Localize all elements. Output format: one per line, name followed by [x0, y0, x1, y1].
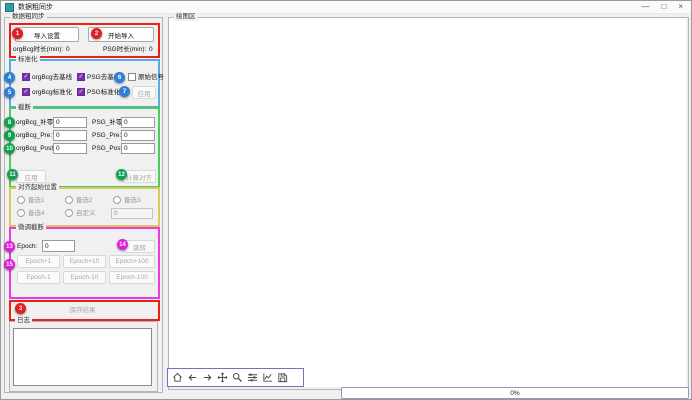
normalize-section: 标准化 4 5 ✓ orgBcg去基线 ✓ PSG去基线 6 原始信号 ✓ or…: [9, 59, 160, 108]
align-option4-radio[interactable]: [17, 209, 25, 217]
import-section: 1 导入设置 2 开始导入 orgBcg时长(min): 0 PSG时长(min…: [9, 23, 160, 58]
step-badge-8: 8: [4, 117, 15, 128]
log-textarea[interactable]: [13, 328, 152, 386]
import-settings-button[interactable]: 导入设置: [15, 27, 79, 42]
align-option2-label: 备选2: [76, 196, 93, 205]
step-badge-10: 10: [4, 143, 15, 154]
normalize-title: 标准化: [16, 56, 40, 64]
step-badge-2: 2: [91, 28, 102, 39]
log-title: 日志: [15, 317, 32, 325]
orgbcg-detrend-label: orgBcg去基线: [32, 73, 72, 82]
window-title: 数据粗同步: [18, 2, 53, 12]
app-icon: [5, 3, 14, 12]
step-badge-6: 6: [114, 72, 125, 83]
step-badge-5: 5: [4, 87, 15, 98]
orgbcg-detrend-checkbox[interactable]: ✓: [22, 73, 30, 81]
align-option4-label: 备选4: [28, 209, 45, 218]
finetune-title: 微调截断: [16, 224, 46, 232]
customize-chart-icon[interactable]: [262, 372, 273, 383]
minimize-icon[interactable]: —: [641, 2, 649, 12]
epoch-minus1-button[interactable]: Epoch-1: [17, 271, 60, 284]
app-window: 数据粗同步 — □ × 数据粗同步 1 导入设置 2 开始导入 orgBcg时长…: [0, 0, 692, 400]
psg-post-input[interactable]: [121, 143, 155, 154]
align-custom-input[interactable]: [111, 208, 153, 219]
subplots-icon[interactable]: [247, 372, 258, 383]
raw-signal-checkbox[interactable]: [128, 73, 136, 81]
save-result-button[interactable]: 保存结果: [11, 302, 154, 315]
raw-signal-label: 原始信号: [138, 73, 164, 82]
progress-bar: 0%: [341, 387, 689, 399]
psg-post-label: PSG_Post:: [92, 144, 124, 153]
save-icon[interactable]: [277, 372, 288, 383]
epoch-plus100-button[interactable]: Epoch+100: [109, 255, 155, 268]
epoch-minus100-button[interactable]: Epoch-100: [109, 271, 155, 284]
step-badge-1: 1: [12, 28, 23, 39]
zoom-icon[interactable]: [232, 372, 243, 383]
align-option1-radio[interactable]: [17, 196, 25, 204]
psg-detrend-checkbox[interactable]: ✓: [77, 73, 85, 81]
psg-pad-input[interactable]: [121, 117, 155, 128]
plot-toolbar: [167, 368, 304, 387]
step-badge-13: 13: [4, 241, 15, 252]
step-badge-11: 11: [7, 169, 18, 180]
psg-pre-input[interactable]: [121, 130, 155, 141]
step-badge-3: 3: [15, 303, 26, 314]
truncate-section: 截断 8 9 10 orgBcg_补零: PSG_补零: orgBcg_Pre:…: [9, 107, 160, 188]
align-title: 对齐起始位置: [16, 184, 59, 192]
normalize-apply-button[interactable]: 应用: [132, 86, 156, 99]
orgbcg-pad-input[interactable]: [53, 117, 87, 128]
epoch-minus10-button[interactable]: Epoch-10: [63, 271, 106, 284]
orgbcg-normalize-checkbox[interactable]: ✓: [22, 88, 30, 96]
back-arrow-icon[interactable]: [187, 372, 198, 383]
align-option3-radio[interactable]: [113, 196, 121, 204]
epoch-plus1-button[interactable]: Epoch+1: [17, 255, 60, 268]
orgbcg-post-label: orgBcg_Post:: [16, 144, 55, 153]
align-option1-label: 备选1: [28, 196, 45, 205]
plot-canvas[interactable]: [169, 18, 686, 387]
truncate-title: 截断: [16, 104, 33, 112]
step-badge-9: 9: [4, 130, 15, 141]
psg-normalize-label: PSG标准化: [87, 88, 120, 97]
plot-panel-title: 绘图区: [174, 13, 198, 21]
log-section: 日志: [9, 321, 158, 392]
close-icon[interactable]: ×: [678, 2, 683, 12]
psg-pre-label: PSG_Pre:: [92, 131, 121, 140]
psg-pad-label: PSG_补零:: [92, 118, 124, 127]
align-section: 对齐起始位置 备选1 备选2 备选3 备选4 自定义: [9, 187, 160, 227]
epoch-plus10-button[interactable]: Epoch+10: [63, 255, 106, 268]
forward-arrow-icon[interactable]: [202, 372, 213, 383]
home-icon[interactable]: [172, 372, 183, 383]
step-badge-14: 14: [117, 239, 128, 250]
jump-button[interactable]: 跳转: [124, 240, 155, 253]
orgbcg-post-input[interactable]: [53, 143, 87, 154]
pan-icon[interactable]: [217, 372, 228, 383]
maximize-icon[interactable]: □: [661, 2, 666, 12]
psg-duration-label: PSG时长(min):: [103, 45, 146, 54]
finetune-section: 微调截断 13 Epoch: 14 跳转 15 Epoch+1 Epoch+10…: [9, 227, 160, 299]
orgbcg-pad-label: orgBcg_补零:: [16, 118, 55, 127]
title-bar: 数据粗同步 — □ ×: [1, 1, 691, 14]
progress-value: 0%: [510, 390, 519, 397]
psg-normalize-checkbox[interactable]: ✓: [77, 88, 85, 96]
step-badge-7: 7: [119, 86, 130, 97]
epoch-input[interactable]: [42, 240, 75, 252]
align-custom-label: 自定义: [76, 209, 96, 218]
align-option3-label: 备选3: [124, 196, 141, 205]
step-badge-4: 4: [4, 72, 15, 83]
align-option2-radio[interactable]: [65, 196, 73, 204]
calc-align-button[interactable]: 计算对齐: [122, 170, 156, 183]
left-panel-title: 数据粗同步: [10, 13, 47, 21]
orgbcg-normalize-label: orgBcg标准化: [32, 88, 72, 97]
truncate-apply-button[interactable]: 应用: [16, 170, 46, 183]
align-custom-radio[interactable]: [65, 209, 73, 217]
orgbcg-duration-label: orgBcg时长(min):: [13, 45, 63, 54]
orgbcg-duration-value: 0: [66, 45, 70, 54]
step-badge-15: 15: [4, 259, 15, 270]
step-badge-12: 12: [116, 169, 127, 180]
plot-panel-group: 绘图区: [168, 17, 689, 390]
orgbcg-pre-label: orgBcg_Pre:: [16, 131, 52, 140]
orgbcg-pre-input[interactable]: [53, 130, 87, 141]
psg-duration-value: 0: [149, 45, 153, 54]
epoch-label: Epoch:: [17, 242, 37, 251]
